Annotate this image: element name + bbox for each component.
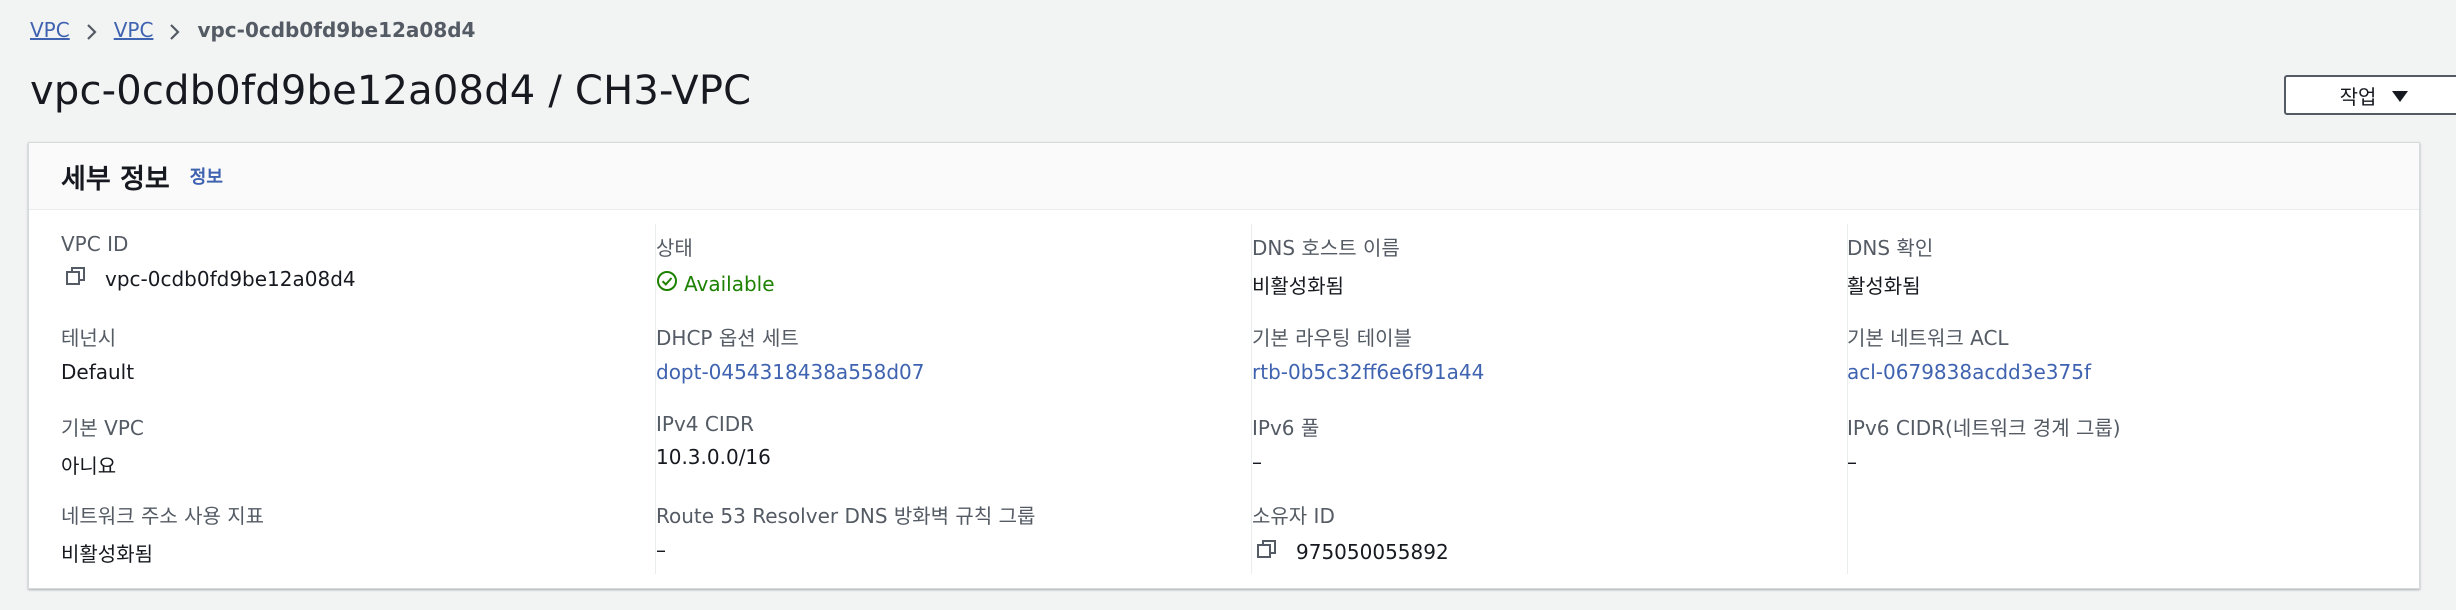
field-value: 활성화됨 bbox=[1847, 274, 1921, 298]
field-value: 975050055892 bbox=[1296, 539, 1449, 564]
field-value: vpc-0cdb0fd9be12a08d4 bbox=[105, 266, 356, 291]
field-value: 10.3.0.0/16 bbox=[656, 445, 771, 469]
field-route53-firewall-rule-group: Route 53 Resolver DNS 방화벽 규칙 그룹 – bbox=[656, 500, 1035, 562]
details-panel-header: 세부 정보 정보 bbox=[29, 143, 2419, 210]
field-value: – bbox=[1847, 450, 1857, 474]
field-state: 상태 Available bbox=[656, 232, 775, 297]
actions-dropdown-button[interactable]: 작업 bbox=[2284, 75, 2456, 115]
field-ipv6-pool: IPv6 풀 – bbox=[1252, 412, 1319, 474]
field-value: – bbox=[1252, 450, 1262, 474]
page-title: vpc-0cdb0fd9be12a08d4 / CH3-VPC bbox=[30, 68, 752, 114]
field-label: 기본 네트워크 ACL bbox=[1847, 326, 2009, 350]
network-acl-link[interactable]: acl-0679838acdd3e375f bbox=[1847, 360, 2091, 384]
field-value-row: 975050055892 bbox=[1252, 538, 1449, 565]
dhcp-options-link[interactable]: dopt-0454318438a558d07 bbox=[656, 360, 925, 384]
details-grid: VPC ID vpc-0cdb0fd9be12a08d4 테넌시 Default… bbox=[29, 210, 2419, 590]
field-label: DNS 호스트 이름 bbox=[1252, 236, 1400, 260]
field-value: 비활성화됨 bbox=[1252, 274, 1344, 298]
field-label: IPv6 풀 bbox=[1252, 416, 1320, 440]
field-label: VPC ID bbox=[61, 232, 129, 256]
field-value-row: vpc-0cdb0fd9be12a08d4 bbox=[61, 265, 356, 292]
breadcrumb-link-vpcs[interactable]: VPC bbox=[114, 18, 154, 42]
field-label: 소유자 ID bbox=[1252, 504, 1335, 528]
field-label: DNS 확인 bbox=[1847, 236, 1934, 260]
copy-icon[interactable] bbox=[65, 265, 87, 292]
field-vpc-id: VPC ID vpc-0cdb0fd9be12a08d4 bbox=[61, 232, 356, 292]
breadcrumb-link-vpc[interactable]: VPC bbox=[30, 18, 70, 42]
breadcrumb-current: vpc-0cdb0fd9be12a08d4 bbox=[197, 18, 476, 42]
field-label: Route 53 Resolver DNS 방화벽 규칙 그룹 bbox=[656, 504, 1036, 528]
field-label: IPv6 CIDR(네트워크 경계 그룹) bbox=[1847, 416, 2121, 440]
info-link[interactable]: 정보 bbox=[190, 163, 223, 189]
field-label: 기본 VPC bbox=[61, 416, 144, 440]
route-table-link[interactable]: rtb-0b5c32ff6e6f91a44 bbox=[1252, 360, 1484, 384]
field-main-network-acl: 기본 네트워크 ACL acl-0679838acdd3e375f bbox=[1847, 322, 2091, 384]
field-ipv4-cidr: IPv4 CIDR 10.3.0.0/16 bbox=[656, 412, 771, 469]
field-label: 상태 bbox=[656, 236, 693, 260]
field-ipv6-cidr: IPv6 CIDR(네트워크 경계 그룹) – bbox=[1847, 412, 2121, 474]
field-label: 네트워크 주소 사용 지표 bbox=[61, 504, 265, 528]
details-title: 세부 정보 bbox=[61, 163, 170, 195]
breadcrumb: VPC VPC vpc-0cdb0fd9be12a08d4 bbox=[30, 18, 475, 42]
field-default-vpc: 기본 VPC 아니요 bbox=[61, 412, 144, 479]
field-dhcp-options-set: DHCP 옵션 세트 dopt-0454318438a558d07 bbox=[656, 322, 925, 384]
field-value-row: Available bbox=[656, 270, 775, 297]
caret-down-icon bbox=[2392, 90, 2409, 102]
chevron-right-icon bbox=[70, 18, 114, 42]
copy-icon[interactable] bbox=[1256, 538, 1278, 565]
field-value: – bbox=[656, 538, 666, 562]
field-value: Default bbox=[61, 360, 135, 384]
status-badge: Available bbox=[684, 271, 775, 296]
actions-label: 작업 bbox=[2339, 84, 2377, 109]
details-panel: 세부 정보 정보 VPC ID vpc-0cdb0fd9be12a08d4 테넌… bbox=[28, 142, 2420, 589]
field-owner-id: 소유자 ID 975050055892 bbox=[1252, 500, 1449, 565]
field-label: 기본 라우팅 테이블 bbox=[1252, 326, 1412, 350]
field-value: 아니요 bbox=[61, 454, 117, 478]
field-dns-hostnames: DNS 호스트 이름 비활성화됨 bbox=[1252, 232, 1400, 299]
field-tenancy: 테넌시 Default bbox=[61, 322, 134, 384]
status-success-icon bbox=[656, 270, 678, 297]
field-label: DHCP 옵션 세트 bbox=[656, 326, 799, 350]
field-network-address-usage-metrics: 네트워크 주소 사용 지표 비활성화됨 bbox=[61, 500, 264, 567]
field-value: 비활성화됨 bbox=[61, 542, 153, 566]
field-dns-resolution: DNS 확인 활성화됨 bbox=[1847, 232, 1933, 299]
field-label: IPv4 CIDR bbox=[656, 412, 755, 436]
field-main-route-table: 기본 라우팅 테이블 rtb-0b5c32ff6e6f91a44 bbox=[1252, 322, 1484, 384]
field-label: 테넌시 bbox=[61, 326, 117, 350]
chevron-right-icon bbox=[153, 18, 197, 42]
